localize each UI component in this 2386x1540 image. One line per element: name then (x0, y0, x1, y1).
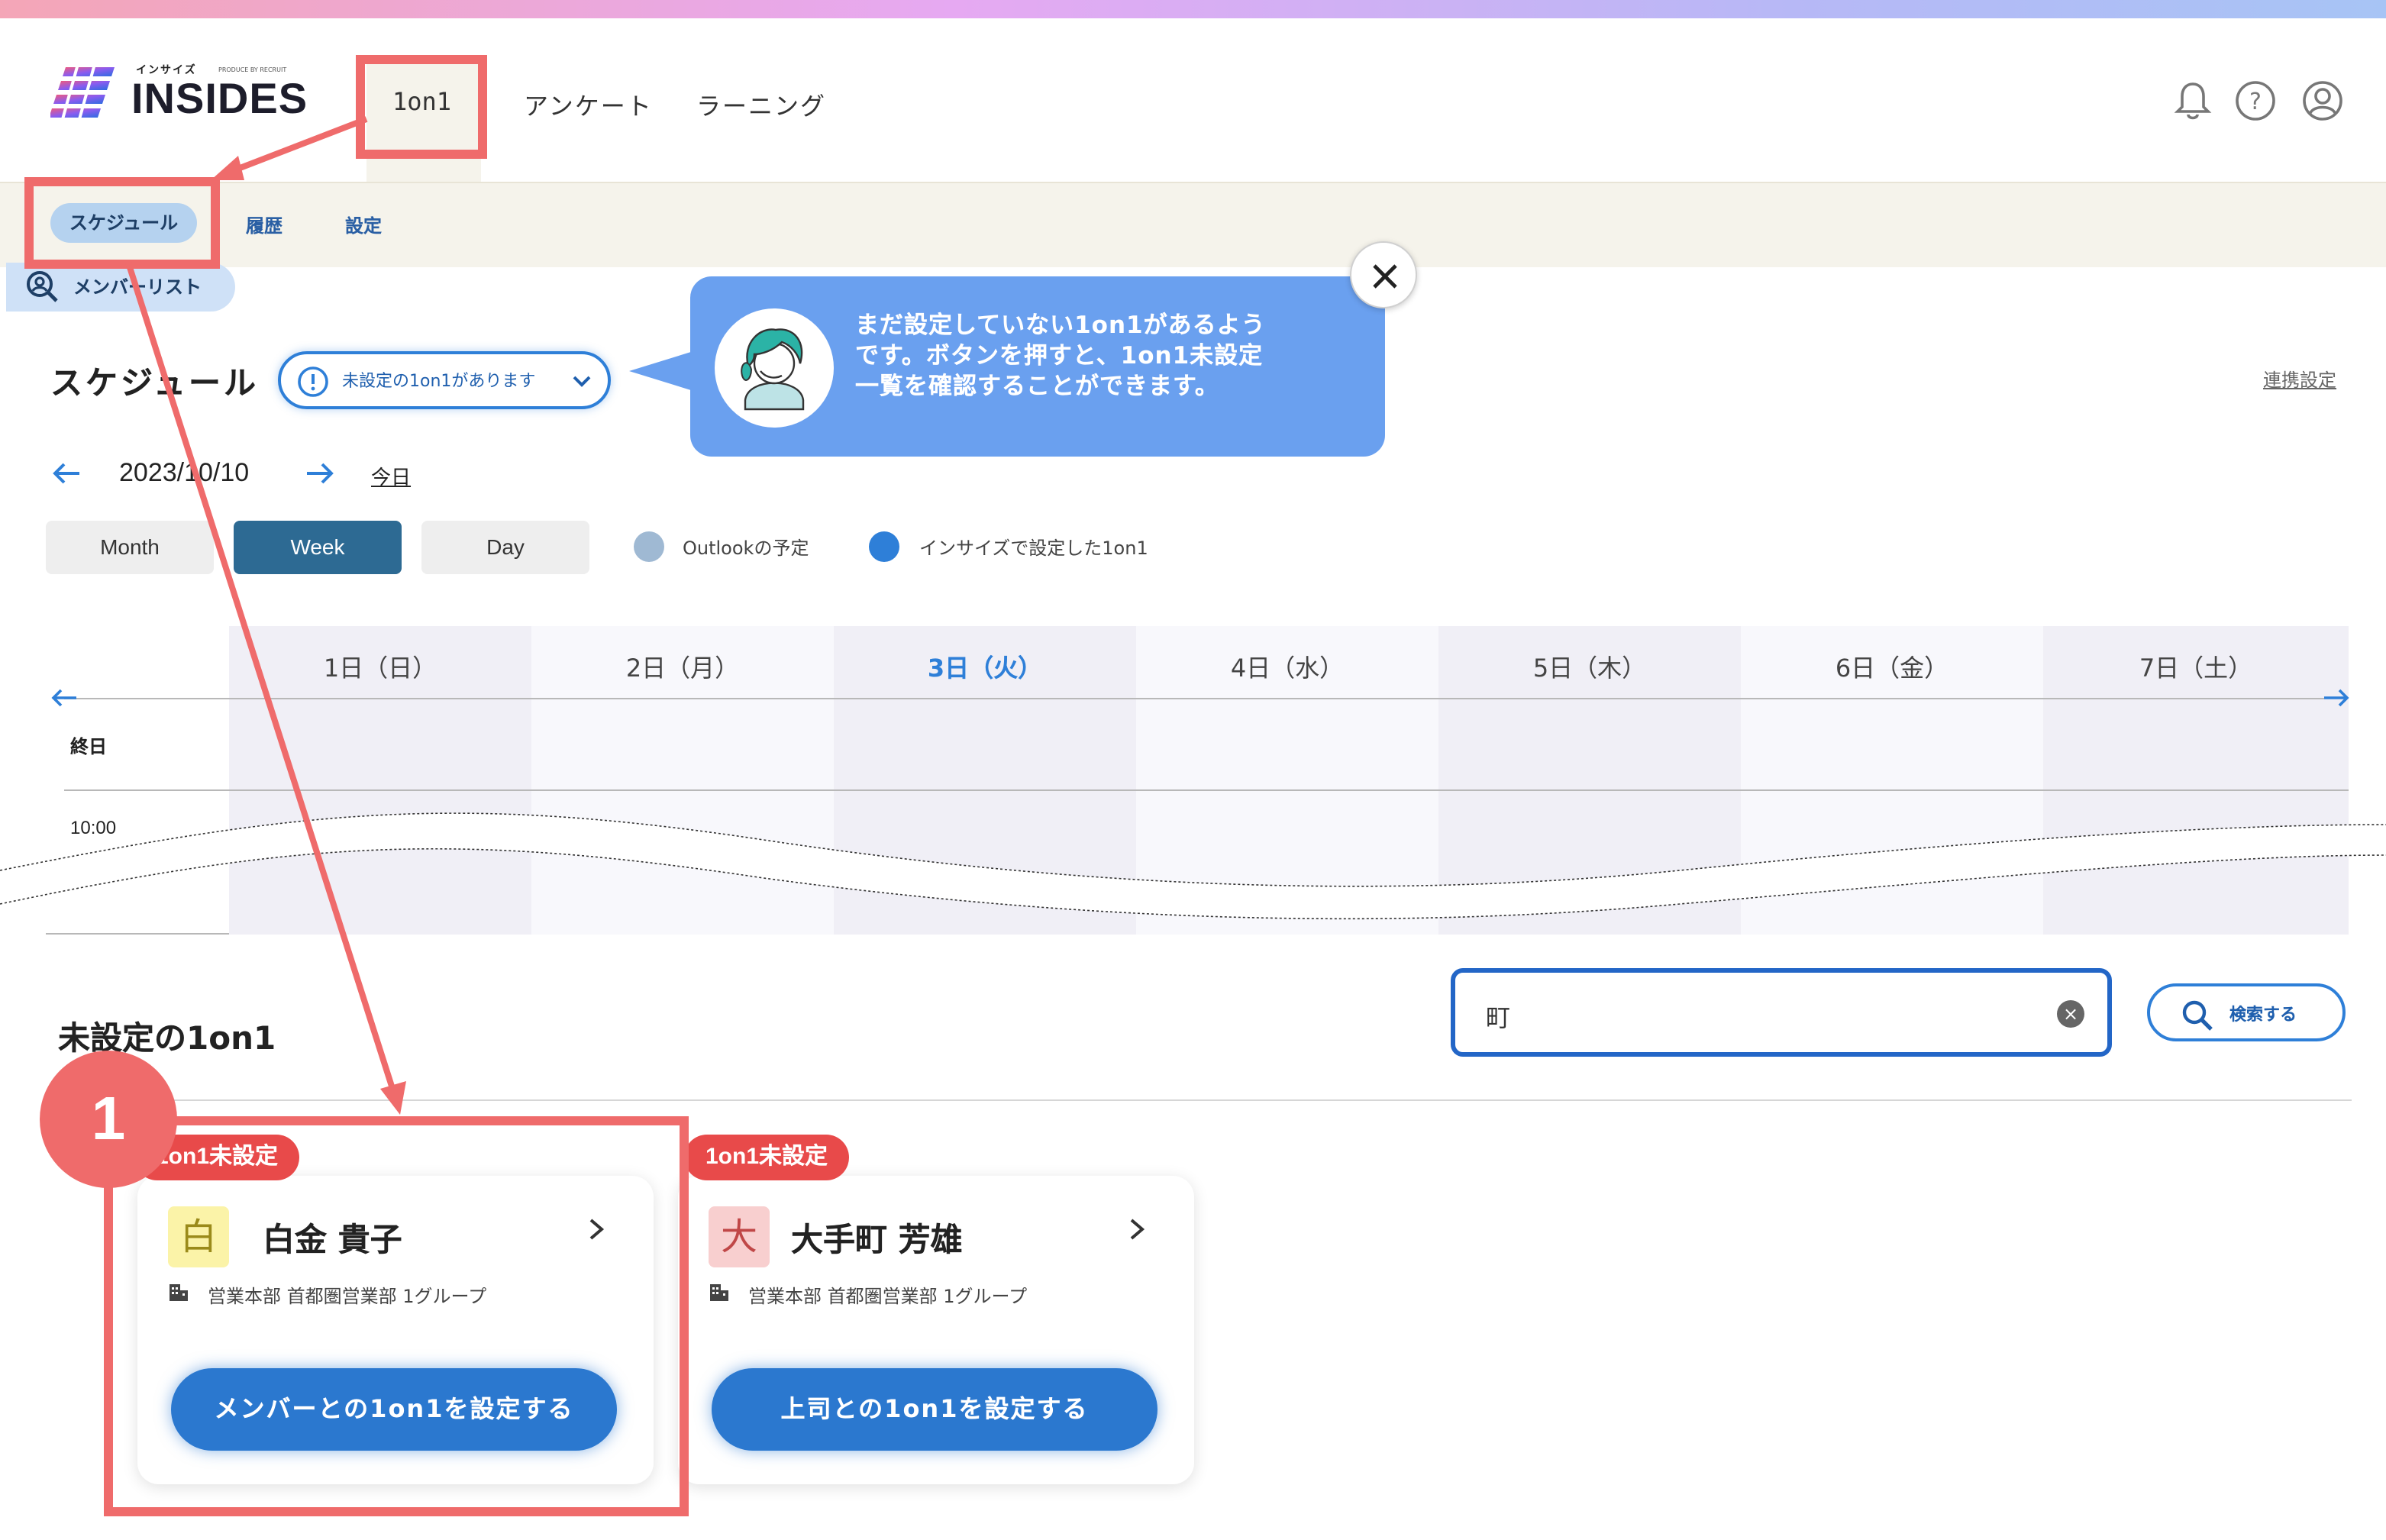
screenshot-root: { "app": { "logo_ruby": "インサイズ", "logo_r… (0, 0, 2386, 1540)
step-number-badge: 1 (40, 1051, 177, 1188)
annotation-arrows (125, 116, 406, 1115)
